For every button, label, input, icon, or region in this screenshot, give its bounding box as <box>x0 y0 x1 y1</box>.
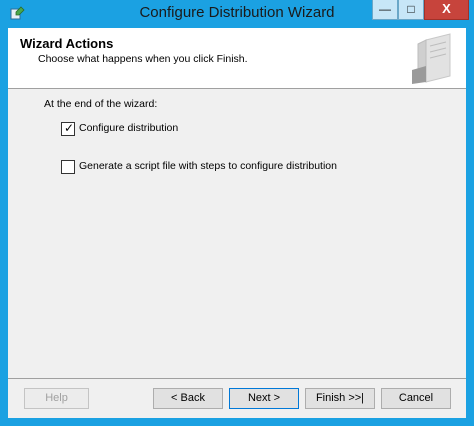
cancel-button[interactable]: Cancel <box>381 388 451 409</box>
minimize-icon: — <box>379 2 391 16</box>
minimize-button[interactable]: — <box>372 0 398 20</box>
server-graphic-icon <box>412 33 451 84</box>
wizard-client-area: Wizard Actions Choose what happens when … <box>8 28 466 418</box>
configure-distribution-checkbox[interactable]: ✓ <box>61 121 75 136</box>
end-of-wizard-label: At the end of the wizard: <box>44 98 158 110</box>
close-icon: X <box>442 1 451 16</box>
page-title: Wizard Actions <box>20 36 114 51</box>
help-button[interactable]: Help <box>24 388 89 409</box>
generate-script-checkbox[interactable] <box>61 160 75 174</box>
title-bar[interactable]: Configure Distribution Wizard — □ X <box>0 0 474 28</box>
maximize-button[interactable]: □ <box>398 0 424 20</box>
configure-distribution-label: Configure distribution <box>79 122 179 134</box>
page-subtitle: Choose what happens when you click Finis… <box>38 53 248 65</box>
wizard-header: Wizard Actions Choose what happens when … <box>8 28 466 89</box>
back-button[interactable]: < Back <box>153 388 223 409</box>
close-button[interactable]: X <box>424 0 469 20</box>
next-button[interactable]: Next > <box>229 388 299 409</box>
wizard-window: Configure Distribution Wizard — □ X Wiza… <box>0 0 474 426</box>
check-icon: ✓ <box>63 121 75 135</box>
maximize-icon: □ <box>407 2 415 16</box>
finish-button[interactable]: Finish >>| <box>305 388 375 409</box>
footer-divider <box>8 378 466 379</box>
generate-script-label: Generate a script file with steps to con… <box>79 160 337 172</box>
